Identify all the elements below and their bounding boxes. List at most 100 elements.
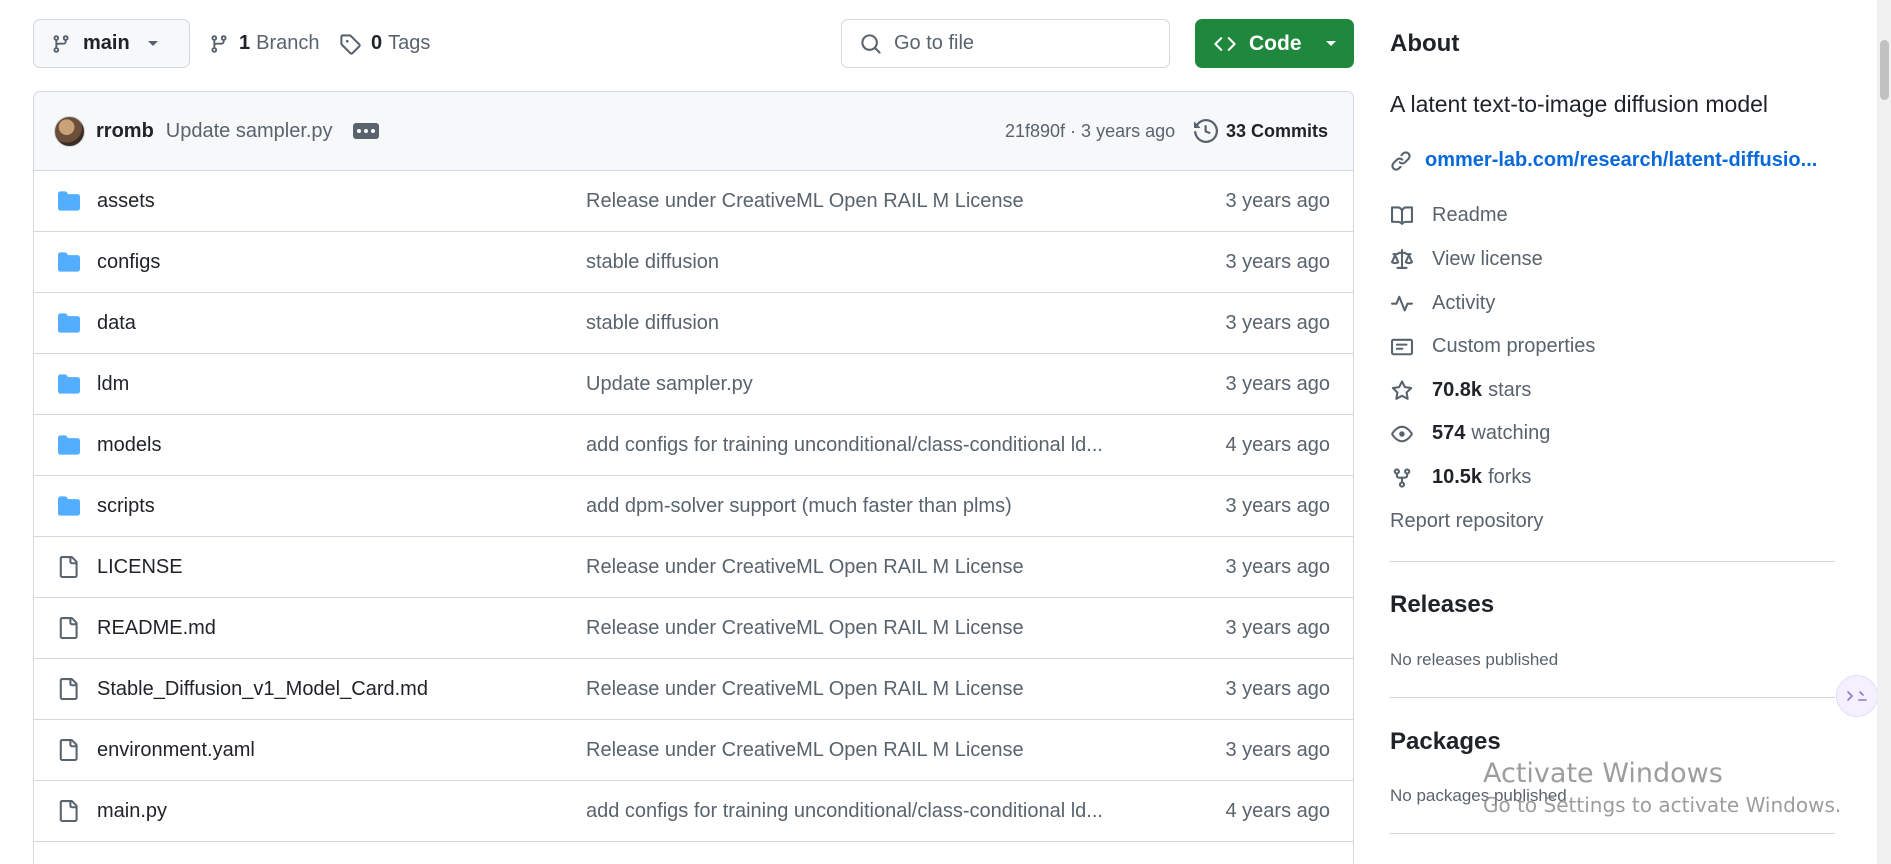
license-link[interactable]: View license — [1390, 248, 1543, 271]
file-name[interactable]: scripts — [97, 495, 155, 518]
watching-count: 574 — [1432, 422, 1466, 444]
file-age: 3 years ago — [1225, 311, 1330, 334]
branches-link[interactable]: 1 Branch — [209, 19, 320, 68]
file-row[interactable]: environment.yaml Release under CreativeML… — [34, 720, 1353, 781]
file-name[interactable]: main.py — [97, 800, 167, 823]
file-age: 3 years ago — [1225, 250, 1330, 273]
license-label: View license — [1432, 248, 1543, 270]
file-name[interactable]: ldm — [97, 373, 129, 396]
commit-sha-time[interactable]: 21f890f · 3 years ago — [1005, 121, 1175, 142]
file-row[interactable]: ldm Update sampler.py 3 years ago — [34, 354, 1353, 415]
commits-count-label: 33 Commits — [1226, 120, 1329, 141]
activity-label: Activity — [1432, 292, 1496, 314]
star-icon — [1390, 379, 1414, 402]
commit-author[interactable]: rromb — [96, 120, 154, 143]
search-icon — [860, 33, 882, 55]
file-list: assets Release under CreativeML Open RAIL… — [34, 171, 1353, 842]
forks-link[interactable]: 10.5k forks — [1390, 466, 1531, 489]
activity-link[interactable]: Activity — [1390, 292, 1495, 315]
commits-history-link[interactable]: 33 Commits — [1194, 119, 1328, 143]
readme-link[interactable]: Readme — [1390, 204, 1508, 227]
about-heading: About — [1390, 30, 1460, 57]
file-icon — [57, 738, 79, 762]
file-commit-message[interactable]: add configs for training unconditional/c… — [586, 434, 1103, 457]
file-age: 3 years ago — [1225, 555, 1330, 578]
about-description: A latent text-to-image diffusion model — [1390, 91, 1769, 117]
code-icon — [1213, 33, 1237, 55]
tags-label: Tags — [388, 32, 431, 54]
branch-name: main — [83, 32, 130, 54]
sidebar-divider — [1390, 833, 1835, 834]
file-name[interactable]: data — [97, 312, 136, 335]
sidebar-divider — [1390, 697, 1835, 698]
tag-icon — [339, 33, 361, 55]
copilot-float-button[interactable] — [1836, 675, 1878, 717]
code-button[interactable]: Code — [1195, 19, 1354, 68]
file-age: 3 years ago — [1225, 189, 1330, 212]
custom-properties-link[interactable]: Custom properties — [1390, 335, 1595, 358]
scrollbar-thumb[interactable] — [1880, 40, 1889, 100]
file-row[interactable]: LICENSE Release under CreativeML Open RAI… — [34, 537, 1353, 598]
file-name[interactable]: environment.yaml — [97, 739, 255, 762]
packages-heading[interactable]: Packages — [1390, 728, 1501, 756]
note-icon — [1390, 336, 1414, 358]
avatar[interactable] — [54, 115, 85, 147]
file-name[interactable]: models — [97, 434, 161, 457]
git-branch-icon — [209, 33, 229, 55]
homepage-link-text: ommer-lab.com/research/latent-diffusio..… — [1425, 149, 1818, 171]
branch-select-button[interactable]: main — [33, 19, 190, 68]
file-commit-message[interactable]: add dpm-solver support (much faster than… — [586, 495, 1012, 518]
file-row[interactable]: assets Release under CreativeML Open RAIL… — [34, 171, 1353, 232]
file-row[interactable]: data stable diffusion 3 years ago — [34, 293, 1353, 354]
file-row[interactable]: README.md Release under CreativeML Open R… — [34, 598, 1353, 659]
file-age: 3 years ago — [1225, 616, 1330, 639]
page-scrollbar[interactable] — [1877, 0, 1891, 864]
file-commit-message[interactable]: add configs for training unconditional/c… — [586, 800, 1103, 823]
file-icon — [57, 616, 79, 640]
book-icon — [1390, 205, 1414, 227]
file-commit-message[interactable]: Release under CreativeML Open RAIL M Lic… — [586, 190, 1024, 213]
file-commit-message[interactable]: Release under CreativeML Open RAIL M Lic… — [586, 617, 1024, 640]
file-commit-message[interactable]: stable diffusion — [586, 312, 719, 335]
file-row[interactable]: main.py add configs for training uncondit… — [34, 781, 1353, 842]
file-commit-message[interactable]: Release under CreativeML Open RAIL M Lic… — [586, 678, 1024, 701]
file-row[interactable]: models add configs for training unconditi… — [34, 415, 1353, 476]
ellipsis-icon[interactable] — [352, 123, 379, 139]
file-age: 3 years ago — [1225, 738, 1330, 761]
custom-properties-label: Custom properties — [1432, 335, 1596, 357]
file-commit-message[interactable]: Release under CreativeML Open RAIL M Lic… — [586, 739, 1024, 762]
file-name[interactable]: Stable_Diffusion_v1_Model_Card.md — [97, 678, 428, 701]
folder-icon — [57, 373, 81, 395]
repo-toolbar: main 1 Branch 0 Tags Go to file Code — [33, 19, 1354, 68]
tags-link[interactable]: 0 Tags — [339, 19, 430, 68]
readme-label: Readme — [1432, 204, 1508, 226]
file-commit-message[interactable]: Release under CreativeML Open RAIL M Lic… — [586, 556, 1024, 579]
watching-link[interactable]: 574 watching — [1390, 422, 1550, 445]
folder-icon — [57, 312, 81, 334]
pulse-icon — [1390, 293, 1414, 315]
file-commit-message[interactable]: stable diffusion — [586, 251, 719, 274]
releases-heading[interactable]: Releases — [1390, 591, 1494, 619]
commit-message[interactable]: Update sampler.py — [166, 120, 333, 143]
file-name[interactable]: configs — [97, 251, 160, 274]
chevron-down-icon — [1324, 39, 1338, 49]
go-to-file-placeholder: Go to file — [894, 32, 975, 54]
file-age: 3 years ago — [1225, 677, 1330, 700]
watching-label: watching — [1471, 422, 1551, 444]
latest-commit-bar: rromb Update sampler.py 21f890f · 3 year… — [34, 92, 1353, 171]
file-name[interactable]: assets — [97, 190, 155, 213]
file-row[interactable]: Stable_Diffusion_v1_Model_Card.md Release… — [34, 659, 1353, 720]
go-to-file-input[interactable]: Go to file — [841, 19, 1170, 68]
homepage-link[interactable]: ommer-lab.com/research/latent-diffusio..… — [1390, 149, 1817, 172]
chevron-down-icon — [146, 39, 160, 49]
report-repository-link[interactable]: Report repository — [1390, 510, 1543, 533]
file-row[interactable]: scripts add dpm-solver support (much fast… — [34, 476, 1353, 537]
file-commit-message[interactable]: Update sampler.py — [586, 373, 753, 396]
branches-label: Branch — [256, 32, 320, 54]
watermark-title: Activate Windows — [1483, 758, 1723, 789]
file-row[interactable]: configs stable diffusion 3 years ago — [34, 232, 1353, 293]
stars-link[interactable]: 70.8k stars — [1390, 379, 1531, 402]
file-name[interactable]: README.md — [97, 617, 216, 640]
file-age: 3 years ago — [1225, 494, 1330, 517]
file-name[interactable]: LICENSE — [97, 556, 183, 579]
